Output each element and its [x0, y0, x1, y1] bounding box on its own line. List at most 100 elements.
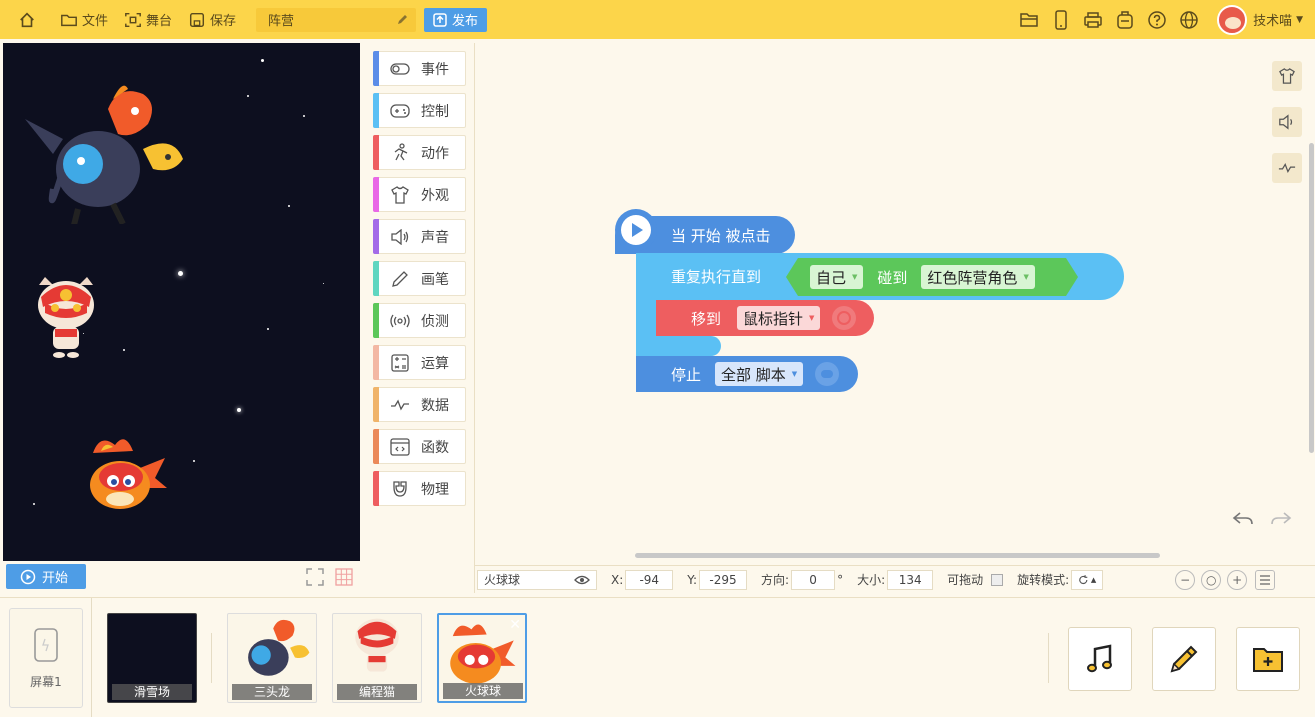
direction-field[interactable]: 0 — [791, 569, 836, 590]
grid-icon — [335, 568, 353, 586]
grid-toggle-button[interactable] — [333, 566, 355, 588]
start-label: 开始 — [42, 571, 69, 586]
vertical-scrollbar[interactable] — [1309, 143, 1314, 453]
project-name-field[interactable]: 阵营 — [256, 7, 417, 32]
category-operators[interactable]: 运算 — [373, 344, 466, 380]
direction-value: 0 — [809, 572, 817, 587]
stage-menu-button[interactable]: 舞台 — [116, 0, 180, 39]
y-label: Y: — [687, 572, 698, 587]
motion-badge-icon — [832, 306, 857, 330]
costume-tab-button[interactable] — [1272, 61, 1302, 91]
user-avatar[interactable] — [1217, 4, 1248, 35]
add-sound-button[interactable] — [1068, 627, 1132, 691]
draggable-checkbox[interactable] — [991, 573, 1004, 586]
touching-condition-block[interactable]: 自己 ▼ 碰到 红色阵营角色 ▼ — [786, 258, 1078, 296]
star — [267, 328, 269, 330]
user-name[interactable]: 技术喵 — [1253, 10, 1292, 29]
background-thumbnail[interactable]: 滑雪场 — [107, 613, 197, 703]
stop-option-dropdown[interactable]: 全部 脚本 ▼ — [715, 362, 804, 386]
caret-up-icon: ▲ — [1090, 575, 1097, 584]
y-position-field[interactable]: -295 — [699, 569, 748, 590]
top-right-tools: 技术喵 ▼ — [1013, 0, 1315, 39]
category-physics[interactable]: 物理 — [373, 470, 466, 506]
size-label: 大小: — [857, 573, 886, 587]
sprite-name-field[interactable]: 火球球 — [477, 569, 597, 590]
sprite-list-bar: 屏幕1 滑雪场 三头龙 编程猫 ✕ 火球球 — [0, 597, 1315, 717]
category-sound[interactable]: 声音 — [373, 218, 466, 254]
stop-block[interactable]: 停止 全部 脚本 ▼ — [636, 356, 858, 392]
category-data[interactable]: 数据 — [373, 386, 466, 422]
fullscreen-button[interactable] — [304, 566, 326, 588]
start-button[interactable]: 开始 — [6, 564, 86, 589]
mobile-preview-button[interactable] — [1045, 0, 1077, 39]
move-target-dropdown[interactable]: 鼠标指针 ▼ — [737, 306, 821, 330]
sprite-thumbnail-cat[interactable]: 编程猫 — [332, 613, 422, 703]
folder-tool-button[interactable] — [1013, 0, 1045, 39]
category-label: 物理 — [421, 481, 449, 498]
star — [261, 59, 264, 62]
category-sensing[interactable]: 侦测 — [373, 302, 466, 338]
category-functions[interactable]: 函数 — [373, 428, 466, 464]
hat-block-text: 当 开始 被点击 — [671, 226, 771, 245]
zoom-reset-button[interactable]: ○ — [1201, 569, 1222, 590]
caret-down-icon: ▼ — [809, 314, 815, 322]
horizontal-scrollbar[interactable] — [635, 553, 1160, 558]
save-button[interactable]: 保存 — [180, 0, 244, 39]
thumbnail-label: 火球球 — [443, 683, 523, 699]
sound-tab-button[interactable] — [1272, 107, 1302, 137]
globe-icon — [1180, 10, 1198, 29]
caret-down-icon: ▼ — [791, 370, 798, 378]
size-field[interactable]: 134 — [887, 569, 934, 590]
publish-button[interactable]: 发布 — [424, 7, 488, 32]
add-sprite-from-file-button[interactable] — [1236, 627, 1300, 691]
rotation-mode-dropdown[interactable]: ▲ — [1071, 569, 1104, 590]
star — [33, 503, 35, 505]
user-menu-caret-icon[interactable]: ▼ — [1296, 15, 1303, 25]
menu-button[interactable] — [1255, 569, 1276, 590]
programming-cat-sprite[interactable] — [31, 275, 101, 365]
close-icon[interactable]: ✕ — [509, 617, 521, 633]
language-button[interactable] — [1173, 0, 1205, 39]
star — [323, 283, 324, 284]
category-label: 数据 — [421, 397, 449, 414]
variables-tab-button[interactable] — [1272, 153, 1302, 183]
eye-icon[interactable] — [574, 575, 590, 585]
category-pen[interactable]: 画笔 — [373, 260, 466, 296]
sprite-thumbnail-fireball[interactable]: ✕ 火球球 — [437, 613, 527, 703]
thumbnail-label: 三头龙 — [232, 684, 312, 700]
category-looks[interactable]: 外观 — [373, 176, 466, 212]
x-position-field[interactable]: -94 — [625, 569, 674, 590]
home-button[interactable] — [0, 0, 52, 39]
move-to-block[interactable]: 移到 鼠标指针 ▼ — [656, 300, 874, 336]
three-headed-dragon-sprite[interactable] — [23, 79, 188, 224]
category-color-strip — [373, 386, 379, 422]
redo-button[interactable] — [1270, 509, 1298, 533]
backpack-button[interactable] — [1109, 0, 1141, 39]
backpack-icon — [1117, 10, 1133, 29]
undo-button[interactable] — [1232, 509, 1260, 533]
category-control[interactable]: 控制 — [373, 92, 466, 128]
folder-add-icon — [1253, 648, 1283, 672]
sprite-thumbnail-dragon[interactable]: 三头龙 — [227, 613, 317, 703]
category-motion[interactable]: 动作 — [373, 134, 466, 170]
thumbnail-label: 编程猫 — [337, 684, 417, 700]
zoom-out-button[interactable]: − — [1175, 569, 1196, 590]
draw-sprite-button[interactable] — [1152, 627, 1216, 691]
category-event[interactable]: 事件 — [373, 50, 466, 86]
pencil-icon — [389, 269, 411, 289]
radar-icon — [389, 311, 411, 331]
stage-canvas[interactable] — [3, 43, 360, 561]
target-sprite-dropdown[interactable]: 红色阵营角色 ▼ — [921, 265, 1035, 289]
undo-icon — [1232, 512, 1253, 525]
help-button[interactable] — [1141, 0, 1173, 39]
script-workspace[interactable]: 当 开始 被点击 重复执行直到 自己 ▼ 碰到 红色阵营角色 ▼ 移到 鼠标指针… — [475, 43, 1315, 563]
x-label: X: — [611, 572, 624, 587]
print-button[interactable] — [1077, 0, 1109, 39]
fireball-sprite[interactable] — [85, 433, 170, 513]
move-target-value: 鼠标指针 — [743, 309, 804, 328]
zoom-in-button[interactable]: + — [1227, 569, 1248, 590]
file-menu-button[interactable]: 文件 — [52, 0, 116, 39]
self-dropdown[interactable]: 自己 ▼ — [810, 265, 864, 289]
screen-button[interactable]: 屏幕1 — [9, 608, 83, 708]
calculator-icon — [389, 353, 411, 373]
